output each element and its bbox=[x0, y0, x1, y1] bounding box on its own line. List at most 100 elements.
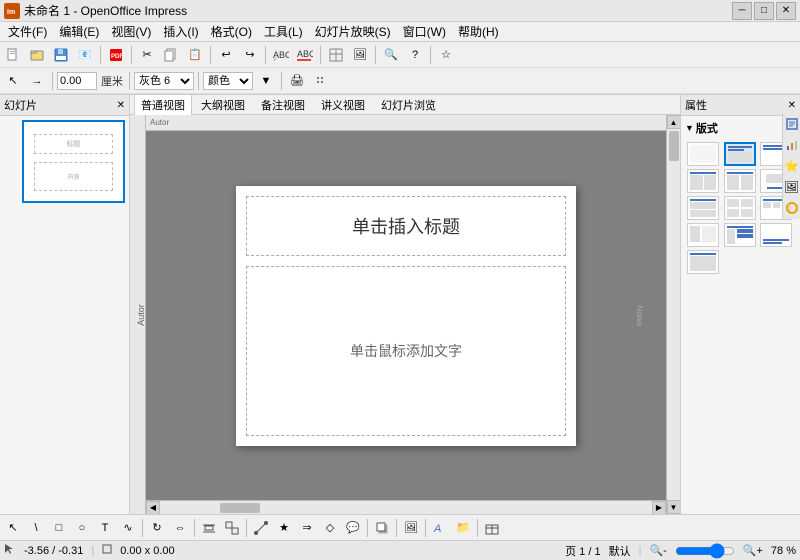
align-tool[interactable] bbox=[198, 517, 220, 539]
callout-tool[interactable]: 💬 bbox=[342, 517, 364, 539]
snap-grid-button[interactable] bbox=[310, 70, 332, 92]
star-icon[interactable]: ☆ bbox=[435, 44, 457, 66]
layout-two-col[interactable] bbox=[687, 169, 719, 193]
menu-format[interactable]: 格式(O) bbox=[205, 21, 258, 42]
connector-tool[interactable] bbox=[250, 517, 272, 539]
scroll-right-button[interactable]: ▶ bbox=[652, 501, 666, 515]
slide-title-text[interactable]: 单击插入标题 bbox=[352, 213, 460, 239]
slide-item-1[interactable]: 1 标题 内容 bbox=[4, 120, 125, 203]
tab-slide-browse[interactable]: 幻灯片浏览 bbox=[374, 95, 443, 116]
insert-image-button[interactable]: 🖼 bbox=[349, 44, 371, 66]
icon-effects[interactable]: ! bbox=[783, 199, 800, 217]
paste-button[interactable]: 📋 bbox=[184, 44, 206, 66]
zoom-out-button[interactable]: 🔍 bbox=[380, 44, 402, 66]
draw-ellipse[interactable]: ○ bbox=[71, 517, 93, 539]
insert-table-button[interactable] bbox=[325, 44, 347, 66]
redo-button[interactable]: ↪ bbox=[239, 44, 261, 66]
maximize-button[interactable]: □ bbox=[754, 2, 774, 20]
color-picker-1[interactable]: 灰色 6 bbox=[134, 72, 194, 90]
undo-button[interactable]: ↩ bbox=[215, 44, 237, 66]
slides-panel-close-button[interactable]: ✕ bbox=[117, 100, 125, 111]
slide-content-text[interactable]: 单击鼠标添加文字 bbox=[350, 341, 462, 361]
open-button[interactable] bbox=[26, 44, 48, 66]
email-button[interactable]: 📧 bbox=[74, 44, 96, 66]
tab-handout-view[interactable]: 讲义视图 bbox=[314, 95, 372, 116]
layout-footer[interactable] bbox=[760, 223, 792, 247]
minimize-button[interactable]: ─ bbox=[732, 2, 752, 20]
position-x-input[interactable] bbox=[57, 72, 97, 90]
table-draw-tool[interactable] bbox=[481, 517, 503, 539]
color-picker-2[interactable]: 颜色 bbox=[203, 72, 253, 90]
tab-outline-view[interactable]: 大纲视图 bbox=[194, 95, 252, 116]
menu-view[interactable]: 视图(V) bbox=[105, 21, 157, 42]
icon-chart[interactable] bbox=[783, 136, 800, 154]
horizontal-scrollbar[interactable]: ◀ ▶ bbox=[146, 500, 666, 514]
slide-canvas-area[interactable]: 单击插入标题 单击鼠标添加文字 Notas bbox=[146, 131, 666, 500]
insert-image-tool[interactable]: 🖼 bbox=[400, 517, 422, 539]
layout-section-header[interactable]: ▼ 版式 bbox=[685, 118, 796, 138]
select-tool[interactable]: ↖ bbox=[2, 517, 24, 539]
scroll-down-button[interactable]: ▼ bbox=[667, 500, 681, 514]
draw-line[interactable]: \ bbox=[25, 517, 47, 539]
close-button[interactable]: ✕ bbox=[776, 2, 796, 20]
arrow-right-tool[interactable]: → bbox=[26, 70, 48, 92]
menu-tools[interactable]: 工具(L) bbox=[258, 21, 309, 42]
icon-styles[interactable]: ⭐ bbox=[783, 157, 800, 175]
layout-four-boxes[interactable] bbox=[724, 196, 756, 220]
draw-curve[interactable]: ∿ bbox=[117, 517, 139, 539]
slide-content-area[interactable]: 单击鼠标添加文字 bbox=[246, 266, 566, 436]
menu-file[interactable]: 文件(F) bbox=[2, 21, 53, 42]
layout-last[interactable] bbox=[687, 250, 719, 274]
icon-gallery[interactable]: 🖼 bbox=[783, 178, 800, 196]
menu-window[interactable]: 窗口(W) bbox=[397, 21, 452, 42]
tab-normal-view[interactable]: 普通视图 bbox=[134, 95, 192, 116]
block-arrows[interactable]: ⇒ bbox=[296, 517, 318, 539]
properties-close-button[interactable]: ✕ bbox=[788, 100, 796, 111]
layout-col-content[interactable] bbox=[724, 223, 756, 247]
new-button[interactable] bbox=[2, 44, 24, 66]
rotate-tool[interactable]: ↻ bbox=[146, 517, 168, 539]
star-shapes[interactable]: ★ bbox=[273, 517, 295, 539]
layout-title-content[interactable] bbox=[724, 142, 756, 166]
shadow-tool[interactable] bbox=[371, 517, 393, 539]
hyphenation-button[interactable]: ABC✓ bbox=[270, 44, 292, 66]
pdf-button[interactable]: PDF bbox=[105, 44, 127, 66]
menu-insert[interactable]: 插入(I) bbox=[157, 21, 204, 42]
from-file-tool[interactable]: 📁 bbox=[452, 517, 474, 539]
text-tool[interactable]: T bbox=[94, 517, 116, 539]
zoom-slider[interactable] bbox=[675, 545, 735, 557]
icon-properties[interactable] bbox=[783, 115, 800, 133]
layout-title-two-col[interactable] bbox=[724, 169, 756, 193]
fontwork-tool[interactable]: A bbox=[429, 517, 451, 539]
toolbar-row-1: 📧 PDF ✂ 📋 ↩ ↪ ABC✓ ABC 🖼 🔍 ? ☆ bbox=[0, 42, 800, 68]
color-dropdown[interactable]: ▼ bbox=[255, 70, 277, 92]
arrow-tool[interactable]: ↖ bbox=[2, 70, 24, 92]
save-button[interactable] bbox=[50, 44, 72, 66]
scroll-thumb-h[interactable] bbox=[220, 503, 260, 513]
tab-notes-view[interactable]: 备注视图 bbox=[254, 95, 312, 116]
spellcheck-button[interactable]: ABC bbox=[294, 44, 316, 66]
scroll-up-button[interactable]: ▲ bbox=[667, 115, 681, 129]
zoom-increase-button[interactable]: 🔍+ bbox=[743, 544, 763, 557]
zoom-decrease-button[interactable]: 🔍- bbox=[649, 544, 666, 557]
slide-title-area[interactable]: 单击插入标题 bbox=[246, 196, 566, 256]
layout-title-text[interactable] bbox=[687, 196, 719, 220]
layout-three-row[interactable] bbox=[687, 223, 719, 247]
menu-help[interactable]: 帮助(H) bbox=[452, 21, 505, 42]
sep-draw4 bbox=[367, 519, 368, 537]
slide-thumbnail-1[interactable]: 标题 内容 bbox=[22, 120, 125, 203]
layout-blank[interactable] bbox=[687, 142, 719, 166]
draw-rect[interactable]: □ bbox=[48, 517, 70, 539]
properties-title: 属性 bbox=[685, 97, 707, 113]
cut-button[interactable]: ✂ bbox=[136, 44, 158, 66]
help-button[interactable]: ? bbox=[404, 44, 426, 66]
scroll-left-button[interactable]: ◀ bbox=[146, 501, 160, 515]
scroll-thumb-v[interactable] bbox=[669, 131, 679, 161]
menu-edit[interactable]: 编辑(E) bbox=[53, 21, 105, 42]
flip-tool[interactable]: ⇔ bbox=[169, 517, 191, 539]
flowchart-tool[interactable]: ◇ bbox=[319, 517, 341, 539]
group-tool[interactable] bbox=[221, 517, 243, 539]
menu-slideshow[interactable]: 幻灯片放映(S) bbox=[309, 21, 397, 42]
copy-button[interactable] bbox=[160, 44, 182, 66]
printer-button[interactable]: 🖨 bbox=[286, 70, 308, 92]
